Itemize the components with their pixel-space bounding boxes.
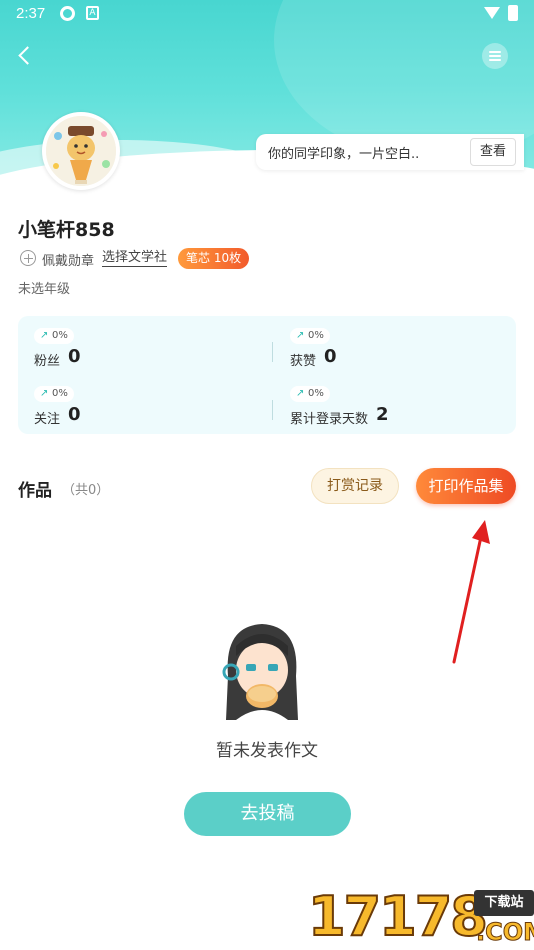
empty-state-illustration <box>222 624 298 720</box>
works-count: （共0） <box>62 483 110 498</box>
stat-trend-badge: 0% <box>290 386 330 402</box>
stat-label: 累计登录天数 <box>290 412 369 427</box>
submit-essay-button[interactable]: 去投稿 <box>184 792 351 836</box>
add-medal-icon[interactable] <box>20 250 36 266</box>
stat-value: 0 <box>324 346 337 367</box>
username: 小笔杆858 <box>18 219 115 241</box>
site-watermark: 17178 下载站 .COM <box>307 884 534 950</box>
watermark-number: 17178 <box>307 884 489 949</box>
classmate-impression-card: 你的同学印象，一片空白.. 查看 <box>256 134 524 170</box>
status-bar: 2:37 A <box>0 0 534 28</box>
impression-text: 你的同学印象，一片空白.. <box>268 147 420 162</box>
wear-medal-label[interactable]: 佩戴勋章 <box>42 250 94 269</box>
stat-value: 2 <box>376 404 389 425</box>
stat-fans[interactable]: 0% 粉丝 0 <box>18 320 248 370</box>
stat-value: 0 <box>68 346 81 367</box>
stat-trend-badge: 0% <box>290 328 330 344</box>
choose-literary-club-link[interactable]: 选择文学社 <box>102 250 168 267</box>
status-app-icon <box>60 6 75 21</box>
empty-state-text: 暂未发表作文 <box>216 741 318 761</box>
stat-label: 获赞 <box>290 354 317 369</box>
reward-records-button[interactable]: 打赏记录 <box>311 468 399 504</box>
stats-card: 0% 粉丝 0 0% 获赞 0 0% 关注 0 0% 累计登录天数 2 <box>18 316 516 434</box>
watermark-tag: 下载站 <box>474 890 534 916</box>
avatar-illustration <box>46 116 116 186</box>
stat-label: 关注 <box>34 412 61 427</box>
menu-icon[interactable] <box>482 43 508 69</box>
works-title: 作品 <box>18 481 52 501</box>
annotation-arrow-icon <box>452 520 490 664</box>
watermark-domain: .COM <box>475 918 534 947</box>
stat-value: 0 <box>68 404 81 425</box>
avatar[interactable] <box>42 112 120 190</box>
stat-divider <box>272 400 273 420</box>
stat-trend-badge: 0% <box>34 386 74 402</box>
print-collection-button[interactable]: 打印作品集 <box>416 468 516 504</box>
battery-icon <box>508 5 518 21</box>
status-time: 2:37 <box>16 5 46 22</box>
back-arrow-icon[interactable] <box>12 42 40 70</box>
stat-likes[interactable]: 0% 获赞 0 <box>274 320 504 370</box>
stat-login-days[interactable]: 0% 累计登录天数 2 <box>274 378 504 428</box>
stat-following[interactable]: 0% 关注 0 <box>18 378 248 428</box>
view-impression-button[interactable]: 查看 <box>470 138 516 166</box>
status-notification-icon: A <box>86 6 99 20</box>
wifi-icon <box>484 7 500 19</box>
pen-refill-badge[interactable]: 笔芯 10枚 <box>178 248 250 269</box>
stat-label: 粉丝 <box>34 354 61 369</box>
stat-divider <box>272 342 273 362</box>
grade-label[interactable]: 未选年级 <box>18 278 70 297</box>
stat-trend-badge: 0% <box>34 328 74 344</box>
